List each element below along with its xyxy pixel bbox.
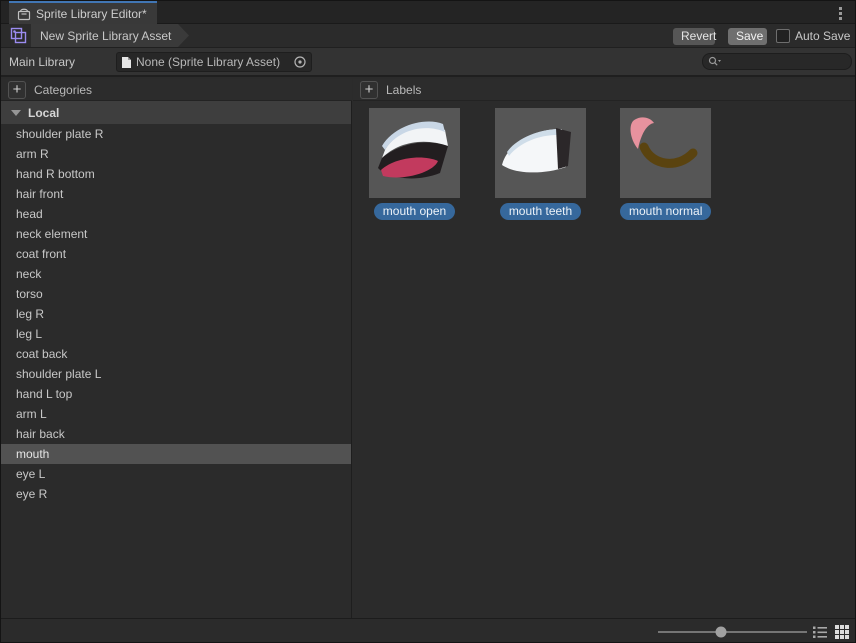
sprite-library-editor-icon: [17, 7, 31, 21]
label-card[interactable]: mouth normal: [620, 108, 711, 220]
category-list: shoulder plate Rarm Rhand R bottomhair f…: [1, 124, 351, 504]
window-menu-button[interactable]: [833, 4, 847, 22]
category-item[interactable]: shoulder plate R: [1, 124, 351, 144]
main-library-object-field[interactable]: None (Sprite Library Asset): [116, 52, 312, 72]
breadcrumb-label: New Sprite Library Asset: [40, 29, 171, 43]
category-item[interactable]: torso: [1, 284, 351, 304]
category-item[interactable]: arm L: [1, 404, 351, 424]
auto-save-label: Auto Save: [795, 29, 850, 43]
footer-bar: [1, 618, 855, 643]
labels-panel: mouth open mouth teeth mouth normal: [353, 101, 856, 618]
mouth-open-sprite-thumbnail: [369, 108, 460, 198]
revert-button[interactable]: Revert: [673, 28, 715, 45]
labels-title: Labels: [386, 83, 421, 97]
labels-header: + Labels: [353, 79, 856, 101]
main-library-row: Main Library None (Sprite Library Asset): [1, 48, 855, 77]
category-item[interactable]: mouth: [1, 444, 351, 464]
label-card[interactable]: mouth open: [369, 108, 460, 220]
category-item[interactable]: neck: [1, 264, 351, 284]
search-input[interactable]: [724, 56, 846, 68]
category-item[interactable]: shoulder plate L: [1, 364, 351, 384]
foldout-arrow-icon: [11, 110, 21, 116]
slider-knob[interactable]: [715, 627, 726, 638]
tab-title: Sprite Library Editor*: [36, 7, 147, 21]
category-item[interactable]: coat back: [1, 344, 351, 364]
mouth-teeth-sprite-thumbnail: [495, 108, 586, 198]
tab-sprite-library-editor[interactable]: Sprite Library Editor*: [9, 1, 157, 24]
mouth-normal-sprite-thumbnail: [620, 108, 711, 198]
search-icon: [708, 56, 721, 67]
category-item[interactable]: hair front: [1, 184, 351, 204]
category-item[interactable]: hand R bottom: [1, 164, 351, 184]
category-item[interactable]: leg R: [1, 304, 351, 324]
category-item[interactable]: eye R: [1, 484, 351, 504]
category-item[interactable]: leg L: [1, 324, 351, 344]
category-item[interactable]: hair back: [1, 424, 351, 444]
category-item[interactable]: neck element: [1, 224, 351, 244]
categories-header: + Categories: [1, 79, 352, 101]
categories-panel: Local shoulder plate Rarm Rhand R bottom…: [1, 101, 352, 618]
tab-strip: Sprite Library Editor*: [1, 1, 855, 24]
category-item[interactable]: eye L: [1, 464, 351, 484]
grid-view-icon[interactable]: [834, 624, 850, 640]
list-view-icon[interactable]: [812, 624, 828, 640]
asset-file-icon: [121, 56, 132, 69]
thumbnail-size-slider[interactable]: [658, 631, 807, 633]
category-item[interactable]: arm R: [1, 144, 351, 164]
search-field[interactable]: [702, 53, 852, 70]
label-name-pill[interactable]: mouth teeth: [500, 203, 581, 220]
save-button[interactable]: Save: [728, 28, 767, 45]
local-foldout[interactable]: Local: [1, 101, 351, 124]
categories-title: Categories: [34, 83, 92, 97]
category-item[interactable]: hand L top: [1, 384, 351, 404]
breadcrumb-new-sprite-library-asset[interactable]: New Sprite Library Asset: [31, 24, 189, 47]
sprite-library-asset-icon: [10, 27, 27, 44]
label-card[interactable]: mouth teeth: [495, 108, 586, 220]
add-label-button[interactable]: +: [360, 81, 378, 99]
add-category-button[interactable]: +: [8, 81, 26, 99]
object-picker-icon[interactable]: [293, 55, 307, 69]
auto-save-checkbox[interactable]: [776, 29, 790, 43]
toolbar: New Sprite Library Asset Revert Save Aut…: [1, 24, 855, 48]
label-name-pill[interactable]: mouth normal: [620, 203, 711, 220]
main-library-label: Main Library: [9, 55, 75, 69]
local-group-label: Local: [28, 106, 59, 120]
object-field-value: None (Sprite Library Asset): [136, 55, 293, 69]
category-item[interactable]: head: [1, 204, 351, 224]
sprite-library-editor-window: Sprite Library Editor* New Sprite Librar…: [0, 0, 856, 643]
label-name-pill[interactable]: mouth open: [374, 203, 455, 220]
category-item[interactable]: coat front: [1, 244, 351, 264]
